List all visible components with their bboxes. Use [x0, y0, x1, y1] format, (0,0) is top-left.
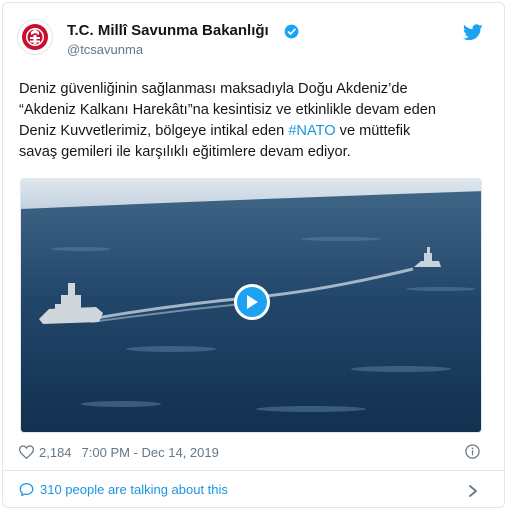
tweet-text: Deniz güvenliğinin sağlanması maksadıyla…	[19, 79, 489, 163]
avatar[interactable]	[17, 19, 53, 55]
conversation-label[interactable]: 310 people are talking about this	[40, 482, 228, 497]
conversation-link[interactable]: 310 people are talking about this	[19, 482, 228, 497]
twitter-bird-icon[interactable]	[463, 24, 483, 41]
tweet-line: “Akdeniz Kalkanı Harekâtı”na kesintisiz …	[19, 102, 436, 118]
play-button[interactable]	[234, 284, 270, 320]
tweet-line: Deniz Kuvvetlerimiz, bölgeye intikal ede…	[19, 121, 489, 142]
tweet-line: Deniz güvenliğinin sağlanması maksadıyla…	[19, 81, 408, 97]
tweet-line: savaş gemileri ile karşılıklı eğitimlere…	[19, 144, 351, 160]
comment-bubble-icon	[19, 482, 34, 497]
account-name[interactable]: T.C. Millî Savunma Bakanlığı	[67, 22, 269, 39]
like-count[interactable]: 2,184	[39, 445, 72, 460]
hashtag-link[interactable]: #NATO	[288, 123, 335, 139]
tweet-line-text: ve müttefik	[335, 123, 411, 139]
chevron-right-icon[interactable]	[468, 485, 478, 497]
info-icon[interactable]	[465, 444, 480, 459]
tweet-timestamp[interactable]: 7:00 PM - Dec 14, 2019	[82, 445, 219, 460]
play-icon	[247, 295, 258, 309]
account-handle[interactable]: @tcsavunma	[67, 42, 143, 57]
tweet-line-text: Deniz Kuvvetlerimiz, bölgeye intikal ede…	[19, 123, 289, 139]
divider	[2, 470, 505, 471]
ministry-logo-icon	[22, 24, 48, 50]
verified-badge-icon	[284, 24, 299, 39]
heart-icon[interactable]	[19, 445, 34, 459]
tweet-meta: 2,184 7:00 PM - Dec 14, 2019	[19, 443, 219, 461]
